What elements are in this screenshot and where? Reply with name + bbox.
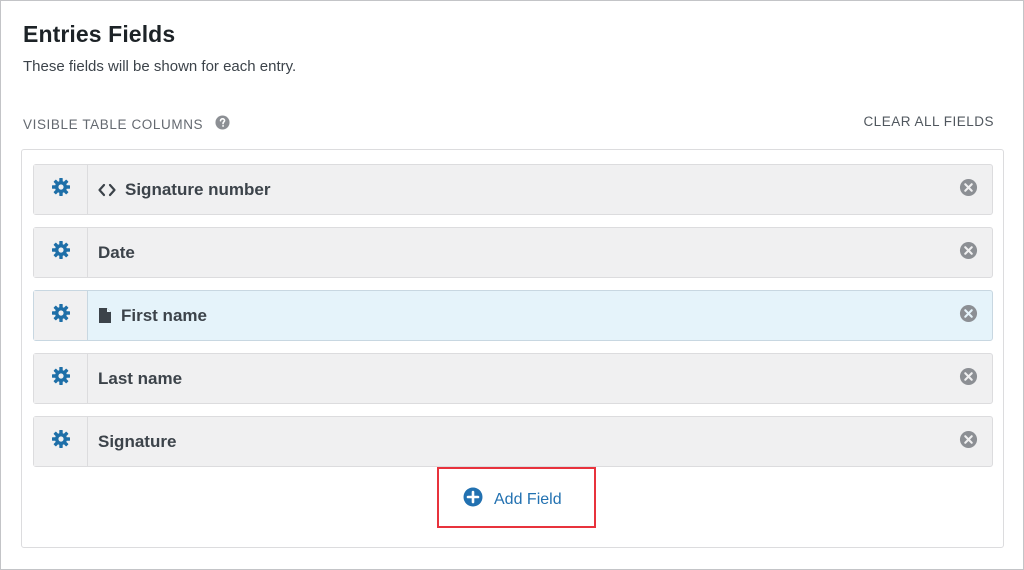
close-circle-icon [959, 241, 978, 265]
field-label-area[interactable]: Last name [88, 354, 944, 403]
field-label: Signature number [125, 179, 271, 199]
gear-icon [51, 240, 71, 265]
field-row[interactable]: Signature number [33, 164, 993, 215]
close-circle-icon [959, 304, 978, 328]
field-row[interactable]: Last name [33, 353, 993, 404]
field-label: Last name [98, 368, 183, 388]
close-circle-icon [959, 430, 978, 454]
code-brackets-icon [98, 183, 116, 197]
section-header: VISIBLE TABLE COLUMNS [23, 115, 230, 132]
clear-all-fields-link[interactable]: CLEAR ALL FIELDS [863, 114, 994, 129]
plus-circle-icon [463, 487, 483, 512]
field-label: First name [121, 305, 207, 325]
gear-icon [51, 366, 71, 391]
field-settings-button[interactable] [34, 291, 88, 340]
remove-field-button[interactable] [944, 291, 992, 340]
document-icon [98, 307, 112, 324]
field-settings-button[interactable] [34, 417, 88, 466]
field-label-area[interactable]: Signature [88, 417, 944, 466]
add-field-button[interactable]: Add Field [463, 487, 562, 512]
gear-icon [51, 429, 71, 454]
field-row[interactable]: Date [33, 227, 993, 278]
field-list: Signature number Date First name Last na… [33, 164, 993, 479]
field-settings-button[interactable] [34, 165, 88, 214]
remove-field-button[interactable] [944, 165, 992, 214]
field-settings-button[interactable] [34, 228, 88, 277]
field-label-area[interactable]: Signature number [88, 165, 944, 214]
page-title: Entries Fields [23, 21, 176, 47]
add-field-label: Add Field [494, 490, 562, 508]
close-circle-icon [959, 367, 978, 391]
remove-field-button[interactable] [944, 228, 992, 277]
field-label: Signature [98, 431, 177, 451]
field-label: Date [98, 242, 135, 262]
field-row[interactable]: First name [33, 290, 993, 341]
field-label-area[interactable]: Date [88, 228, 944, 277]
field-row[interactable]: Signature [33, 416, 993, 467]
section-label: VISIBLE TABLE COLUMNS [23, 117, 204, 132]
remove-field-button[interactable] [944, 354, 992, 403]
close-circle-icon [959, 178, 978, 202]
field-settings-button[interactable] [34, 354, 88, 403]
page-subtitle: These fields will be shown for each entr… [23, 58, 297, 75]
field-label-area[interactable]: First name [88, 291, 944, 340]
remove-field-button[interactable] [944, 417, 992, 466]
gear-icon [51, 177, 71, 202]
gear-icon [51, 303, 71, 328]
question-circle-icon[interactable] [215, 115, 230, 130]
